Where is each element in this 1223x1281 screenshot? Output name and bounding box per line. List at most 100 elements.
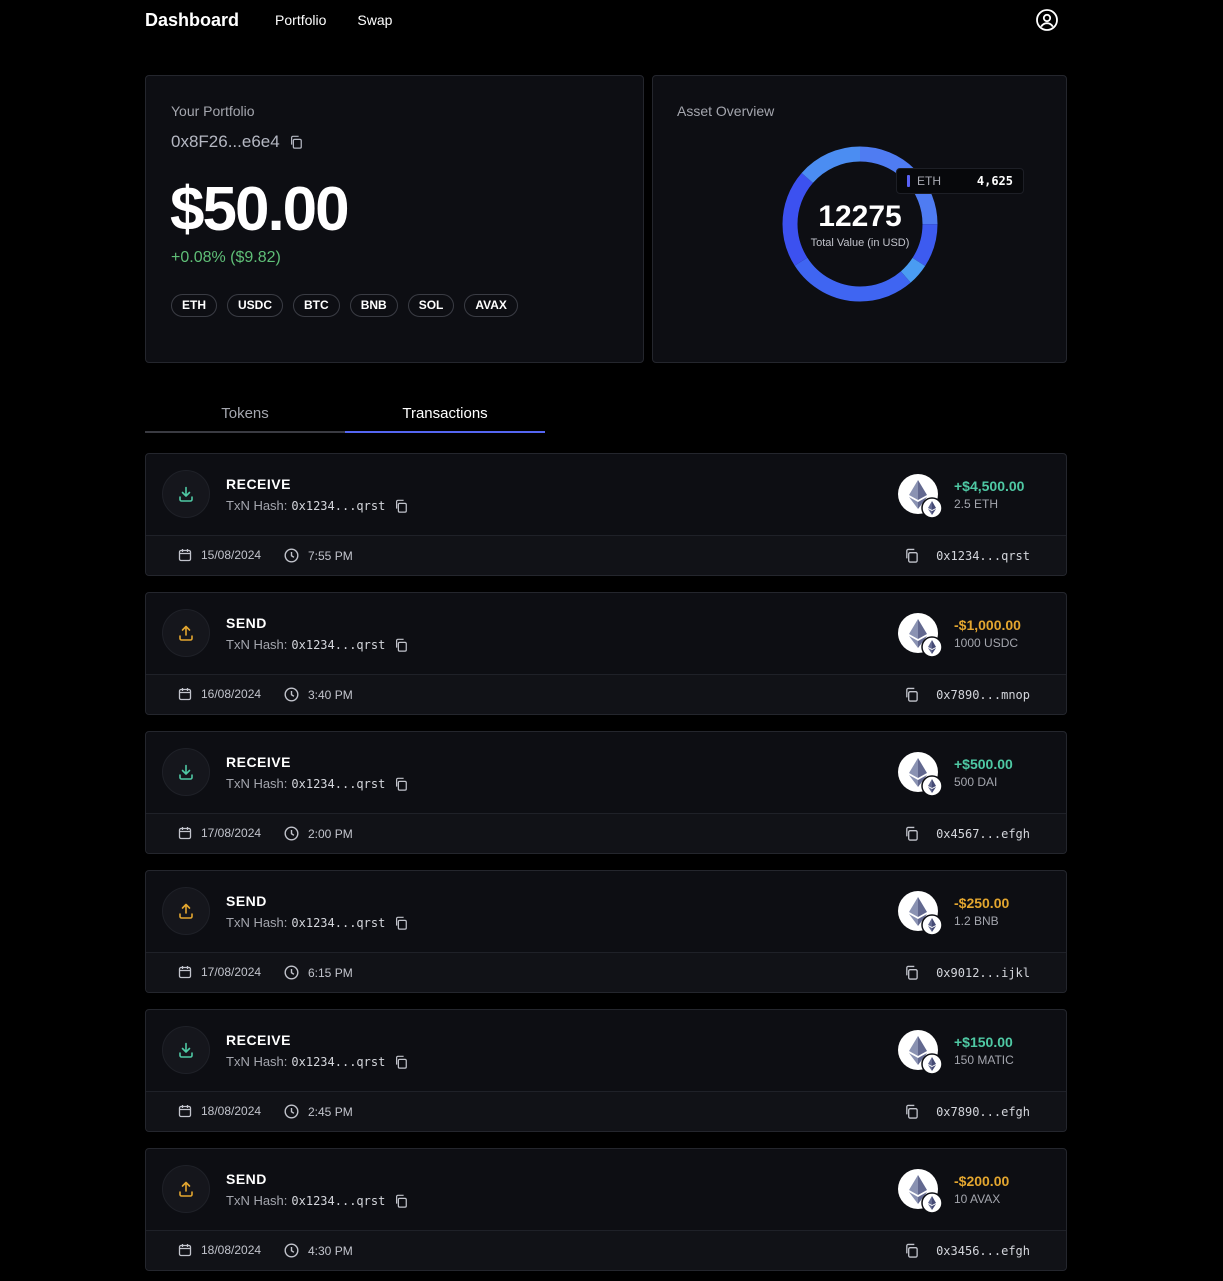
token-chip-usdc[interactable]: USDC — [227, 294, 284, 317]
transaction-card[interactable]: RECEIVE TxN Hash: 0x1234...qrst — [145, 453, 1067, 576]
token-chip-sol[interactable]: SOL — [407, 294, 455, 317]
txn-direction-icon-wrap — [162, 609, 210, 657]
copy-icon[interactable] — [394, 916, 408, 930]
tooltip-asset-value: 4,625 — [976, 174, 1013, 188]
total-value-label: Total Value (in USD) — [810, 237, 910, 249]
transaction-card[interactable]: SEND TxN Hash: 0x1234...qrst — [145, 592, 1067, 715]
calendar-icon — [178, 549, 192, 562]
txn-address: 0x7890...efgh — [936, 1104, 1030, 1119]
txn-time: 2:45 PM — [308, 1104, 353, 1119]
txn-time: 7:55 PM — [308, 548, 353, 563]
txn-date-wrap: 17/08/2024 — [178, 826, 261, 840]
ethereum-icon — [898, 1169, 943, 1214]
txn-date: 18/08/2024 — [201, 1243, 262, 1257]
txn-address: 0x9012...ijkl — [936, 965, 1030, 980]
token-chip-avax[interactable]: AVAX — [464, 294, 518, 317]
txn-type: SEND — [226, 615, 267, 631]
transaction-meta: 18/08/2024 4:30 PM 0x3456...efgh — [146, 1230, 1066, 1270]
transaction-card[interactable]: RECEIVE TxN Hash: 0x1234...qrst — [145, 731, 1067, 854]
transaction-summary: RECEIVE TxN Hash: 0x1234...qrst — [146, 1010, 1066, 1091]
txn-address: 0x7890...mnop — [936, 687, 1030, 702]
txn-date-wrap: 15/08/2024 — [178, 548, 261, 562]
asset-overview-label: Asset Overview — [677, 103, 775, 119]
txn-address: 0x4567...efgh — [936, 826, 1030, 841]
calendar-icon — [178, 827, 192, 840]
copy-icon[interactable] — [904, 548, 919, 563]
txn-hash-label: TxN Hash: — [226, 1054, 288, 1069]
copy-icon[interactable] — [904, 1243, 919, 1258]
copy-icon[interactable] — [394, 777, 408, 791]
txn-address-wrap: 0x3456...efgh — [904, 1243, 1030, 1258]
portfolio-card: Your Portfolio 0x8F26...e6e4 $50.00 +0.0… — [145, 75, 644, 363]
txn-date-wrap: 18/08/2024 — [178, 1243, 261, 1257]
copy-icon[interactable] — [394, 1194, 408, 1208]
nav-portfolio-link[interactable]: Portfolio — [275, 12, 326, 28]
txn-hash-label: TxN Hash: — [226, 915, 288, 930]
calendar-icon — [178, 1105, 192, 1118]
transaction-card[interactable]: RECEIVE TxN Hash: 0x1234...qrst — [145, 1009, 1067, 1132]
tooltip-color-swatch — [907, 175, 910, 187]
transaction-summary: RECEIVE TxN Hash: 0x1234...qrst — [146, 454, 1066, 535]
calendar-icon — [178, 966, 192, 979]
copy-icon[interactable] — [289, 135, 303, 149]
txn-time: 2:00 PM — [308, 826, 353, 841]
clock-icon — [284, 548, 299, 563]
portfolio-change: +0.08% ($9.82) — [171, 249, 281, 266]
transaction-card[interactable]: SEND TxN Hash: 0x1234...qrst — [145, 870, 1067, 993]
ethereum-icon — [898, 752, 943, 797]
copy-icon[interactable] — [394, 499, 408, 513]
txn-hash: 0x1234...qrst — [291, 498, 386, 513]
txn-hash-label: TxN Hash: — [226, 776, 288, 791]
txn-time-wrap: 2:45 PM — [284, 1104, 353, 1119]
txn-direction-icon-wrap — [162, 1165, 210, 1213]
txn-address-wrap: 0x4567...efgh — [904, 826, 1030, 841]
clock-icon — [284, 687, 299, 702]
txn-address-wrap: 0x7890...mnop — [904, 687, 1030, 702]
txn-direction-icon-wrap — [162, 1026, 210, 1074]
txn-hash-row: TxN Hash: 0x1234...qrst — [226, 1193, 408, 1208]
nav-swap-link[interactable]: Swap — [357, 12, 392, 28]
txn-direction-icon-wrap — [162, 887, 210, 935]
txn-token-amount: 10 AVAX — [954, 1192, 1001, 1206]
txn-date-wrap: 17/08/2024 — [178, 965, 261, 979]
transaction-summary: SEND TxN Hash: 0x1234...qrst — [146, 1149, 1066, 1230]
txn-token-amount: 150 MATIC — [954, 1053, 1014, 1067]
clock-icon — [284, 1243, 299, 1258]
token-chip-btc[interactable]: BTC — [293, 294, 340, 317]
txn-date: 16/08/2024 — [201, 687, 262, 701]
download-icon — [179, 486, 193, 502]
upload-icon — [179, 625, 193, 641]
copy-icon[interactable] — [904, 826, 919, 841]
txn-usd-amount: -$200.00 — [954, 1173, 1010, 1189]
copy-icon[interactable] — [394, 1055, 408, 1069]
transaction-card[interactable]: SEND TxN Hash: 0x1234...qrst — [145, 1148, 1067, 1271]
txn-hash: 0x1234...qrst — [291, 776, 386, 791]
txn-type: RECEIVE — [226, 1032, 291, 1048]
copy-icon[interactable] — [904, 687, 919, 702]
wallet-address: 0x8F26...e6e4 — [171, 132, 280, 151]
ethereum-icon — [898, 1030, 943, 1075]
top-nav: Dashboard Portfolio Swap — [145, 0, 1067, 40]
txn-hash-row: TxN Hash: 0x1234...qrst — [226, 498, 408, 513]
txn-date-wrap: 16/08/2024 — [178, 687, 261, 701]
tab-tokens[interactable]: Tokens — [145, 397, 345, 433]
txn-time-wrap: 4:30 PM — [284, 1243, 353, 1258]
token-chip-eth[interactable]: ETH — [171, 294, 217, 317]
txn-time-wrap: 6:15 PM — [284, 965, 353, 980]
total-value: 12275 — [818, 200, 902, 233]
user-circle-icon[interactable] — [1035, 8, 1059, 32]
txn-type: RECEIVE — [226, 476, 291, 492]
wallet-address-row: 0x8F26...e6e4 — [171, 132, 303, 152]
nav-dashboard-link[interactable]: Dashboard — [145, 10, 239, 31]
token-chip-bnb[interactable]: BNB — [349, 294, 398, 317]
portfolio-label: Your Portfolio — [171, 103, 255, 119]
txn-address-wrap: 0x1234...qrst — [904, 548, 1030, 563]
txn-usd-amount: +$150.00 — [954, 1034, 1013, 1050]
copy-icon[interactable] — [904, 1104, 919, 1119]
copy-icon[interactable] — [394, 638, 408, 652]
copy-icon[interactable] — [904, 965, 919, 980]
txn-hash: 0x1234...qrst — [291, 1193, 386, 1208]
txn-token-amount: 1000 USDC — [954, 636, 1019, 650]
transaction-meta: 18/08/2024 2:45 PM 0x7890...efgh — [146, 1091, 1066, 1131]
tab-transactions[interactable]: Transactions — [345, 397, 545, 433]
